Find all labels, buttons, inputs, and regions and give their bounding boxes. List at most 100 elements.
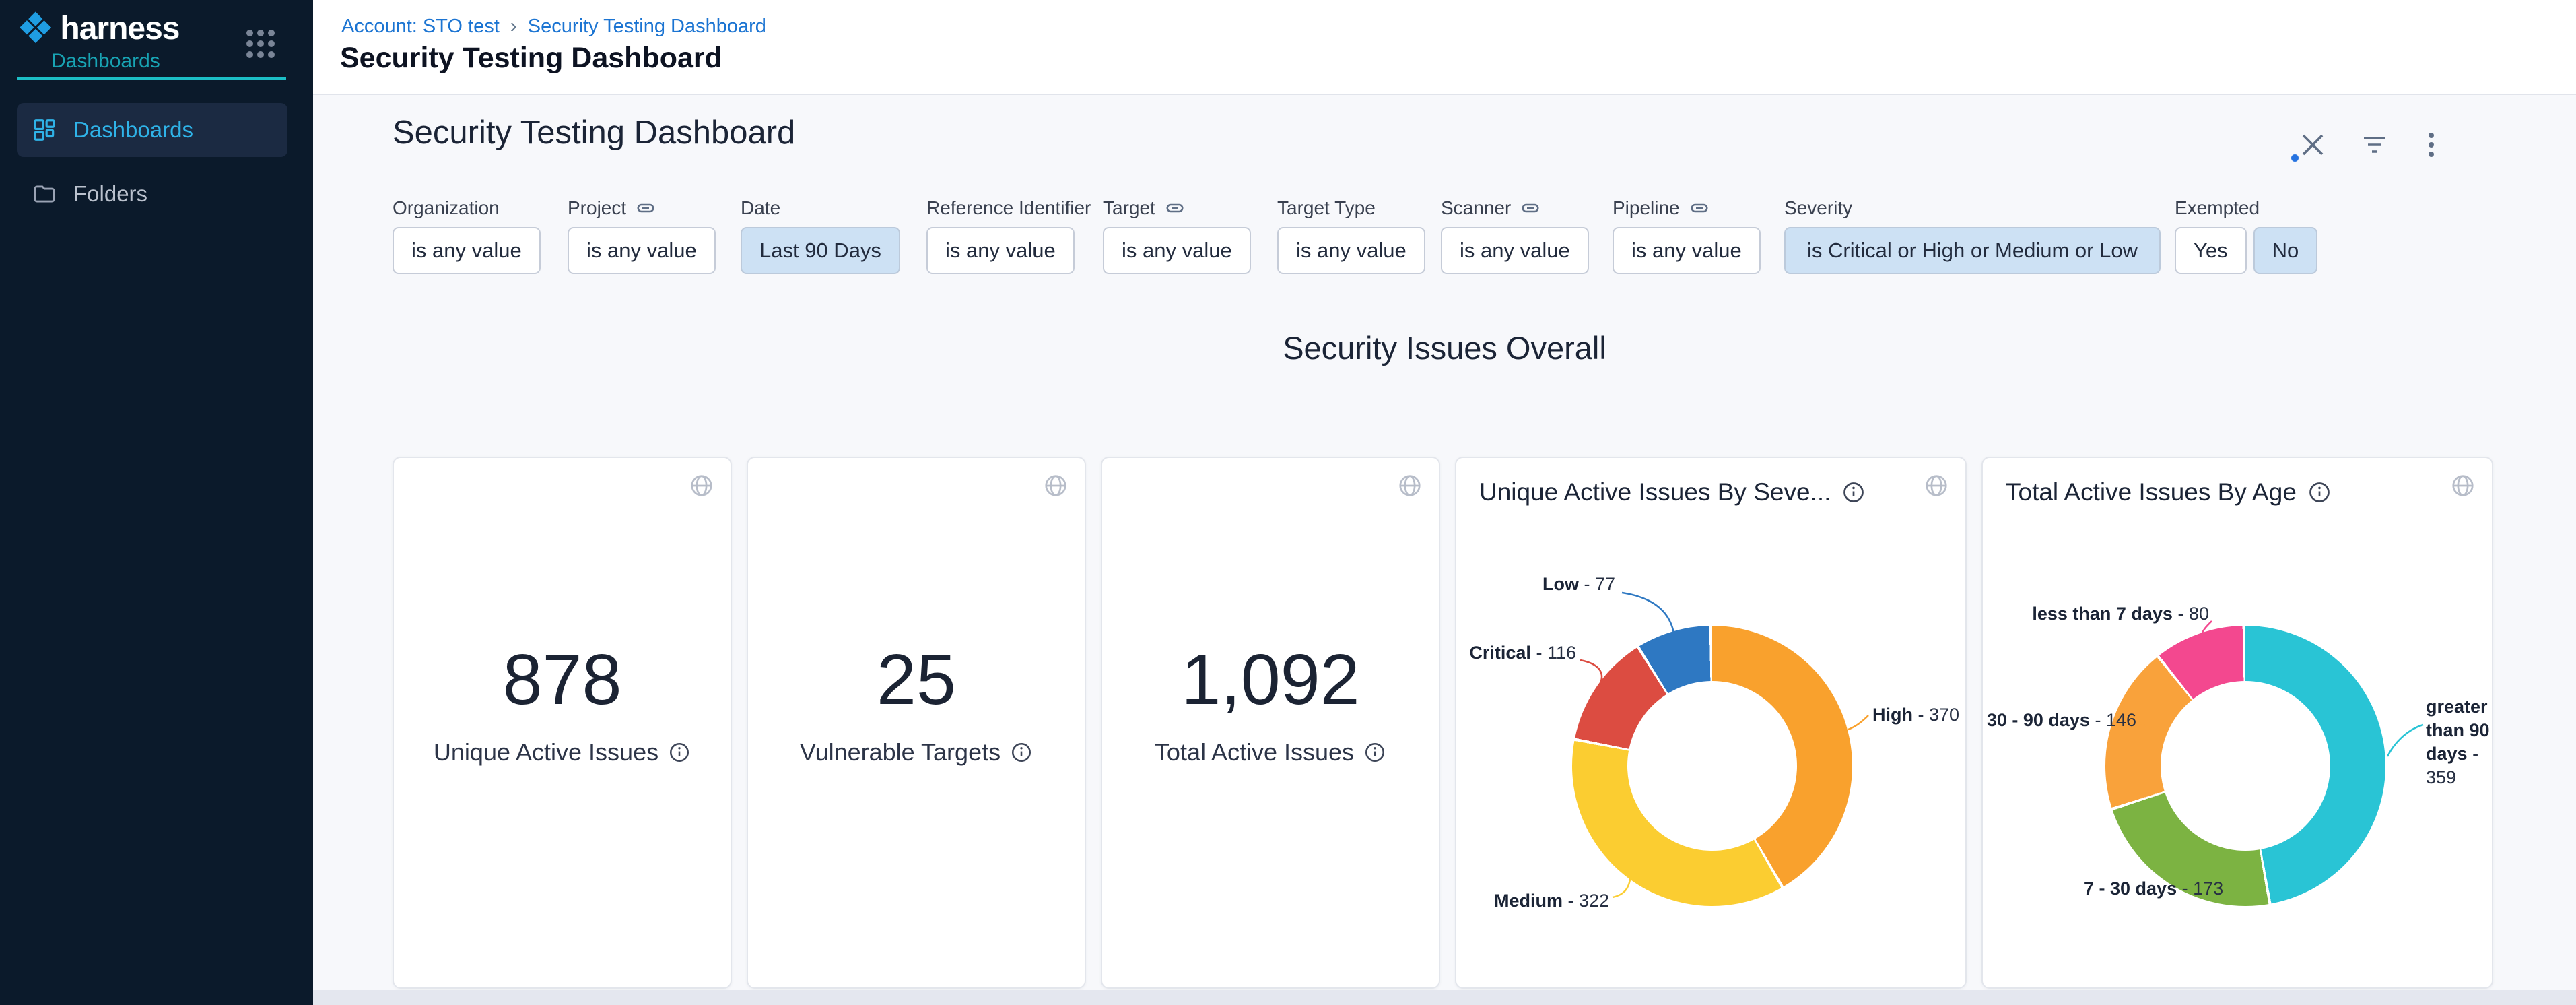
- harness-logo: ❖ harness: [16, 7, 179, 50]
- callout-medium: Medium - 322: [1494, 889, 1609, 913]
- filter-label: Pipeline: [1613, 197, 1680, 219]
- breadcrumb-chevron-icon: ›: [510, 15, 517, 38]
- sidebar-item-label: Folders: [73, 181, 147, 207]
- cards-row: 878 Unique Active Issues: [393, 457, 2493, 989]
- filter-value-chip[interactable]: is any value: [1103, 227, 1251, 274]
- filter-value-chip[interactable]: is any value: [1613, 227, 1761, 274]
- link-icon: [1165, 198, 1185, 218]
- section-title: Security Issues Overall: [313, 329, 2576, 366]
- stat-label: Total Active Issues: [1155, 738, 1354, 767]
- exempted-yes-button[interactable]: Yes: [2175, 227, 2247, 274]
- filter-reference-identifier: Reference Identifier is any value: [926, 197, 1091, 274]
- module-name-label: Dashboards: [51, 50, 160, 73]
- globe-icon[interactable]: [1043, 473, 1069, 498]
- kebab-menu-icon[interactable]: [2415, 129, 2447, 161]
- chart-card-issues-by-age: Total Active Issues By Age: [1981, 457, 2493, 989]
- callout-7-30-days: 7 - 30 days - 173: [2084, 877, 2223, 901]
- chart-title: Total Active Issues By Age: [2006, 478, 2297, 507]
- sidebar-item-folders[interactable]: Folders: [17, 167, 287, 221]
- filter-value-chip[interactable]: is any value: [1441, 227, 1589, 274]
- info-icon[interactable]: [1363, 741, 1386, 764]
- filter-value-chip[interactable]: is any value: [568, 227, 716, 274]
- globe-icon[interactable]: [1397, 473, 1423, 498]
- info-icon[interactable]: [1010, 741, 1033, 764]
- dashboards-grid-icon: [32, 117, 57, 143]
- filter-label: Date: [741, 197, 900, 219]
- exempted-no-button[interactable]: No: [2253, 227, 2318, 274]
- breadcrumb-page-link[interactable]: Security Testing Dashboard: [528, 15, 766, 38]
- filter-label: Project: [568, 197, 626, 219]
- stat-value: 25: [800, 639, 1033, 721]
- filter-value-chip[interactable]: is any value: [926, 227, 1075, 274]
- globe-icon[interactable]: [2450, 473, 2476, 498]
- chart-card-issues-by-severity: Unique Active Issues By Seve...: [1455, 457, 1967, 989]
- globe-icon[interactable]: [1924, 473, 1949, 498]
- callout-critical: Critical - 116: [1460, 641, 1576, 665]
- filter-pipeline: Pipeline is any value: [1613, 197, 1761, 274]
- filter-scanner: Scanner is any value: [1441, 197, 1589, 274]
- callout-high: High - 370: [1872, 703, 1959, 727]
- filter-value-chip[interactable]: is Critical or High or Medium or Low: [1784, 227, 2161, 274]
- page-title: Security Testing Dashboard: [340, 42, 722, 75]
- link-icon: [1689, 198, 1709, 218]
- filter-exempted: Exempted Yes No: [2175, 197, 2317, 274]
- dashboard-title: Security Testing Dashboard: [393, 114, 795, 152]
- stat-label: Vulnerable Targets: [800, 738, 1001, 767]
- callout-30-90-days: 30 - 90 days - 146: [1983, 709, 2136, 732]
- donut-hole: [1627, 681, 1797, 851]
- leader-medium: [1613, 876, 1631, 897]
- stat-card-unique-active-issues: 878 Unique Active Issues: [393, 457, 732, 989]
- page-header: Account: STO test › Security Testing Das…: [313, 0, 2576, 95]
- dashboard-panel: Security Testing Dashboard Organization …: [313, 95, 2576, 990]
- filter-target: Target is any value: [1103, 197, 1251, 274]
- filter-value-chip[interactable]: Last 90 Days: [741, 227, 900, 274]
- sidebar-item-label: Dashboards: [73, 117, 193, 143]
- filter-project: Project is any value: [568, 197, 716, 274]
- harness-logo-icon: ❖: [16, 7, 55, 50]
- donut-hole: [2161, 681, 2330, 851]
- link-icon: [1520, 198, 1540, 218]
- callout-low: Low - 77: [1477, 573, 1615, 596]
- folder-icon: [32, 181, 57, 207]
- stat-value: 878: [434, 639, 691, 721]
- filter-label: Target: [1103, 197, 1155, 219]
- callout-greater-than-90-days: greater than 90 days - 359: [2426, 695, 2501, 789]
- app-switcher-icon[interactable]: [246, 30, 275, 58]
- harness-logo-text: harness: [60, 10, 179, 47]
- stat-value: 1,092: [1155, 639, 1386, 721]
- info-icon[interactable]: [1841, 480, 1866, 505]
- leader-critical: [1580, 660, 1602, 686]
- chart-title: Unique Active Issues By Seve...: [1479, 478, 1831, 507]
- filter-label: Exempted: [2175, 197, 2317, 219]
- filter-organization: Organization is any value: [393, 197, 541, 274]
- filter-label: Organization: [393, 197, 541, 219]
- donut-chart-age[interactable]: [2105, 626, 2385, 906]
- leader-greater90: [2387, 725, 2423, 756]
- filter-label: Reference Identifier: [926, 197, 1091, 219]
- filter-value-chip[interactable]: is any value: [1277, 227, 1425, 274]
- info-icon[interactable]: [2307, 480, 2332, 505]
- filter-label: Severity: [1784, 197, 2161, 219]
- app-window: ❖ harness Dashboards Dashboards: [0, 0, 2576, 1005]
- info-icon[interactable]: [668, 741, 691, 764]
- stat-card-vulnerable-targets: 25 Vulnerable Targets: [747, 457, 1086, 989]
- stat-card-total-active-issues: 1,092 Total Active Issues: [1101, 457, 1440, 989]
- filter-label: Scanner: [1441, 197, 1511, 219]
- filter-value-chip[interactable]: is any value: [393, 227, 541, 274]
- sidebar-item-dashboards[interactable]: Dashboards: [17, 103, 287, 157]
- sidebar-accent-divider: [17, 77, 286, 80]
- link-icon: [636, 198, 656, 218]
- sidebar: ❖ harness Dashboards Dashboards: [0, 0, 313, 1005]
- leader-high: [1848, 715, 1868, 730]
- filter-date: Date Last 90 Days: [741, 197, 900, 274]
- close-icon[interactable]: [2297, 129, 2329, 161]
- filters-icon[interactable]: [2359, 129, 2391, 161]
- donut-chart-severity[interactable]: [1572, 626, 1852, 906]
- stat-label: Unique Active Issues: [434, 738, 658, 767]
- filter-severity: Severity is Critical or High or Medium o…: [1784, 197, 2161, 274]
- filter-label: Target Type: [1277, 197, 1425, 219]
- breadcrumb: Account: STO test › Security Testing Das…: [341, 15, 766, 38]
- globe-icon[interactable]: [689, 473, 714, 498]
- breadcrumb-account-link[interactable]: Account: STO test: [341, 15, 500, 38]
- filter-target-type: Target Type is any value: [1277, 197, 1425, 274]
